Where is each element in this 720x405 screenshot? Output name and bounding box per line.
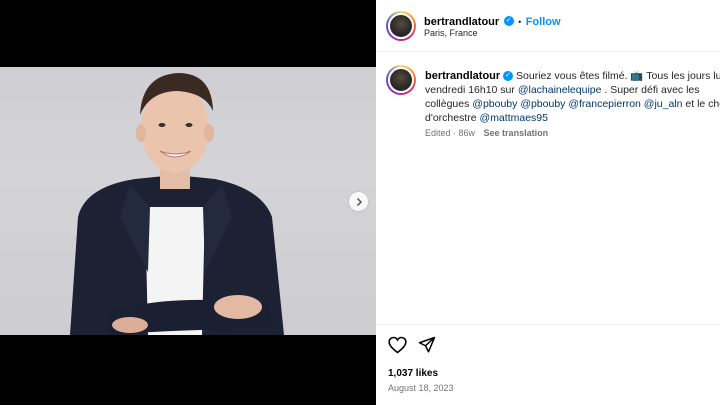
mention-link[interactable]: @ju_aln (644, 98, 683, 110)
mention-link[interactable]: @francepierron (568, 98, 641, 110)
post-header: bertrandlatour ✓ • Follow Paris, France (376, 0, 720, 52)
media-area (0, 0, 376, 405)
verified-badge-icon: ✓ (503, 15, 514, 26)
caption-avatar[interactable] (386, 65, 416, 95)
see-translation-link[interactable]: See translation (484, 128, 549, 138)
portrait-image (70, 73, 284, 335)
share-icon (418, 336, 436, 353)
caption-line1-rest: Tous les jours lund (646, 70, 720, 82)
likes-count[interactable]: 1,037 likes (388, 368, 438, 379)
mention-link[interactable]: @pbouby (520, 98, 565, 110)
follow-button[interactable]: Follow (526, 16, 561, 28)
caption-line3-suffix: et le chef (685, 98, 720, 110)
separator-dot: • (518, 17, 522, 27)
like-button[interactable] (388, 336, 407, 359)
caption-text: bertrandlatour ✓ Souriez vous êtes filmé… (425, 69, 720, 125)
caption-meta: Edited · 86w See translation (425, 128, 548, 138)
caption-line2-suffix: . Super défi avec les (601, 84, 700, 96)
caption-username[interactable]: bertrandlatour (425, 70, 500, 82)
verified-badge-icon: ✓ (503, 71, 514, 82)
caption-line1: Souriez vous êtes filmé. (513, 70, 631, 82)
tv-emoji: 📺 (630, 70, 644, 82)
caption-line2-prefix: vendredi 16h10 sur (425, 84, 518, 96)
caption-avatar-photo (388, 67, 414, 93)
mention-link[interactable]: @mattmaes95 (480, 112, 548, 124)
post-photo[interactable] (0, 67, 376, 335)
header-username[interactable]: bertrandlatour (424, 16, 499, 28)
edited-timestamp: Edited · 86w (425, 128, 476, 138)
post-date: August 18, 2023 (388, 383, 454, 393)
mention-link[interactable]: @lachainelequipe (518, 84, 602, 96)
divider (376, 324, 720, 325)
caption-line3-prefix: collègues (425, 98, 473, 110)
caption-line4-prefix: d'orchestre (425, 112, 480, 124)
avatar-photo (388, 13, 414, 39)
mention-link[interactable]: @pbouby (472, 98, 517, 110)
heart-icon (388, 336, 407, 354)
avatar[interactable] (386, 11, 416, 41)
post-panel: bertrandlatour ✓ • Follow Paris, France … (376, 0, 720, 405)
next-photo-button[interactable] (349, 192, 368, 211)
share-button[interactable] (418, 336, 436, 359)
chevron-right-icon (356, 197, 362, 206)
location-link[interactable]: Paris, France (424, 28, 478, 38)
